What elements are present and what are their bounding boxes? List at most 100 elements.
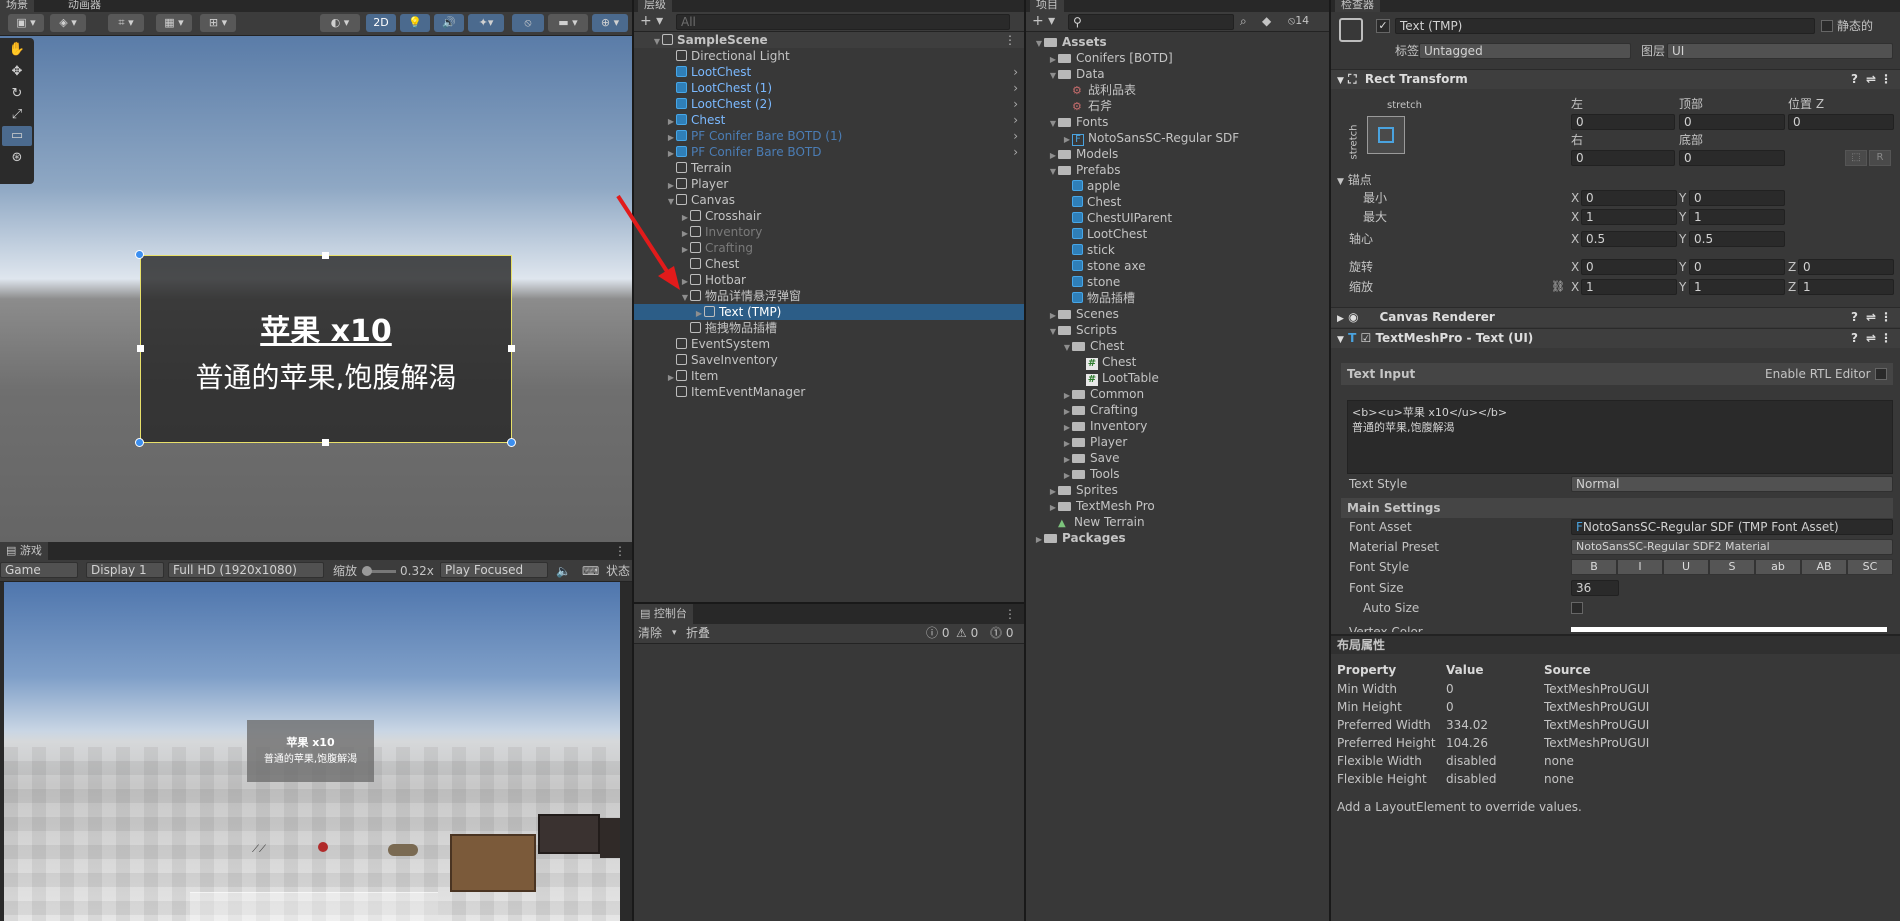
tab-animator[interactable]: 动画器 bbox=[62, 0, 107, 12]
open-prefab-chevron-icon[interactable]: › bbox=[1013, 64, 1018, 80]
hidden-packages-icon[interactable]: ⦸14 bbox=[1288, 13, 1309, 29]
project-item[interactable]: apple bbox=[1026, 178, 1329, 194]
anchor-max-y[interactable]: 1 bbox=[1689, 209, 1785, 225]
vertex-color-swatch[interactable] bbox=[1571, 627, 1887, 632]
project-item[interactable]: ▶ F NotoSansSC-Regular SDF bbox=[1026, 130, 1329, 146]
increment-button[interactable]: ⊞ ▾ bbox=[200, 14, 236, 32]
hierarchy-item[interactable]: ▼ Canvas bbox=[634, 192, 1024, 208]
help-icon-2[interactable]: ? bbox=[1851, 308, 1858, 327]
2d-toggle-button[interactable]: 2D bbox=[366, 14, 396, 32]
project-search-input[interactable]: ⚲ bbox=[1068, 14, 1234, 30]
rect-handle-tm[interactable] bbox=[322, 252, 329, 259]
hierarchy-item[interactable]: ▶ Player bbox=[634, 176, 1024, 192]
search-by-type-icon[interactable]: ⌕ bbox=[1240, 13, 1247, 29]
project-item[interactable]: ▼ Fonts bbox=[1026, 114, 1329, 130]
transform-tool-icon[interactable]: ⊛ bbox=[2, 148, 32, 168]
move-tool-icon[interactable]: ✥ bbox=[2, 62, 32, 82]
tab-game[interactable]: ▤ 游戏 bbox=[0, 542, 48, 560]
tmp-enabled-checkbox[interactable]: ☑ bbox=[1360, 331, 1371, 345]
snap-button[interactable]: ▦ ▾ bbox=[156, 14, 192, 32]
top-field[interactable]: 0 bbox=[1679, 114, 1785, 130]
font-style-button-sc[interactable]: SC bbox=[1847, 559, 1893, 575]
font-asset-field[interactable]: FNotoSansSC-Regular SDF (TMP Font Asset) bbox=[1571, 519, 1893, 535]
hierarchy-item[interactable]: Directional Light bbox=[634, 48, 1024, 64]
audio-toggle[interactable]: 🔊 bbox=[434, 14, 464, 32]
shading-button[interactable]: ◈ ▾ bbox=[50, 14, 86, 32]
hierarchy-item[interactable]: SaveInventory bbox=[634, 352, 1024, 368]
constrain-proportions-icon[interactable]: ⛓ bbox=[1551, 279, 1565, 295]
tmp-header[interactable]: ▼ T ☑ TextMeshPro - Text (UI) ? ⇌ ⋮ bbox=[1331, 328, 1900, 348]
create-button[interactable]: + ▾ bbox=[640, 13, 663, 29]
hidden-toggle[interactable]: ⦸ bbox=[512, 14, 544, 32]
font-size-field[interactable]: 36 bbox=[1571, 580, 1619, 596]
project-item[interactable]: ChestUIParent bbox=[1026, 210, 1329, 226]
preset-icon[interactable]: ⇌ bbox=[1866, 70, 1876, 89]
right-field[interactable]: 0 bbox=[1571, 150, 1675, 166]
hierarchy-item[interactable]: ▶ Text (TMP) bbox=[634, 304, 1024, 320]
font-style-button-u[interactable]: U bbox=[1663, 559, 1709, 575]
tab-hierarchy[interactable]: 层级 bbox=[638, 0, 672, 12]
hierarchy-item[interactable]: 拖拽物品插槽 bbox=[634, 320, 1024, 336]
project-item[interactable]: ▼ Chest bbox=[1026, 338, 1329, 354]
project-item[interactable]: 物品插槽 bbox=[1026, 290, 1329, 306]
game-dropdown[interactable]: Game bbox=[0, 562, 78, 578]
scale-x[interactable]: 1 bbox=[1581, 279, 1677, 295]
game-viewport[interactable]: 苹果 x10 普通的苹果,饱腹解渴 ⟋⟋ bbox=[4, 582, 620, 921]
project-item[interactable]: ▼ Data bbox=[1026, 66, 1329, 82]
canvas-renderer-header[interactable]: ▶ ◉ Canvas Renderer ? ⇌ ⋮ bbox=[1331, 307, 1900, 327]
rotation-y[interactable]: 0 bbox=[1689, 259, 1785, 275]
anchors-foldout[interactable]: ▼ 锚点 bbox=[1337, 172, 1372, 190]
project-item[interactable]: ▼ Prefabs bbox=[1026, 162, 1329, 178]
rotation-x[interactable]: 0 bbox=[1581, 259, 1677, 275]
project-item[interactable]: # Chest bbox=[1026, 354, 1329, 370]
project-item[interactable]: ▼ Scripts bbox=[1026, 322, 1329, 338]
pivot-y[interactable]: 0.5 bbox=[1689, 231, 1785, 247]
preset-icon-2[interactable]: ⇌ bbox=[1866, 308, 1876, 327]
tab-console[interactable]: ▤ 控制台 bbox=[634, 604, 693, 624]
camera-button[interactable]: ▬ ▾ bbox=[548, 14, 588, 32]
font-style-button-ab[interactable]: AB bbox=[1801, 559, 1847, 575]
open-prefab-chevron-icon[interactable]: › bbox=[1013, 128, 1018, 144]
rect-handle-ml[interactable] bbox=[137, 345, 144, 352]
blueprint-button[interactable]: ⬚ bbox=[1845, 150, 1867, 166]
render-mode-button[interactable]: ◐ ▾ bbox=[320, 14, 360, 32]
project-item[interactable]: stone axe bbox=[1026, 258, 1329, 274]
preset-icon-3[interactable]: ⇌ bbox=[1866, 329, 1876, 348]
font-style-button-s[interactable]: S bbox=[1709, 559, 1755, 575]
scale-tool-icon[interactable]: ⤢ bbox=[2, 105, 32, 125]
font-style-button-ab[interactable]: ab bbox=[1755, 559, 1801, 575]
hierarchy-item[interactable]: ▼ 物品详情悬浮弹窗 bbox=[634, 288, 1024, 304]
hierarchy-item[interactable]: LootChest (2) › bbox=[634, 96, 1024, 112]
hierarchy-item[interactable]: ItemEventManager bbox=[634, 384, 1024, 400]
project-create-button[interactable]: + ▾ bbox=[1032, 13, 1055, 29]
rotate-tool-icon[interactable]: ↻ bbox=[2, 84, 32, 104]
project-item[interactable]: ▶ Inventory bbox=[1026, 418, 1329, 434]
hierarchy-item[interactable]: Chest bbox=[634, 256, 1024, 272]
active-checkbox[interactable]: ✓ bbox=[1376, 19, 1390, 33]
play-focused-dropdown[interactable]: Play Focused bbox=[440, 562, 548, 578]
search-by-label-icon[interactable]: ◆ bbox=[1262, 13, 1271, 29]
display-dropdown[interactable]: Display 1 bbox=[86, 562, 164, 578]
open-prefab-chevron-icon[interactable]: › bbox=[1013, 144, 1018, 160]
project-item[interactable]: ▶ TextMesh Pro bbox=[1026, 498, 1329, 514]
anchor-max-x[interactable]: 1 bbox=[1581, 209, 1677, 225]
hierarchy-item[interactable]: ▶ Item bbox=[634, 368, 1024, 384]
anchor-min-y[interactable]: 0 bbox=[1689, 190, 1785, 206]
auto-size-checkbox[interactable] bbox=[1571, 602, 1583, 614]
project-item[interactable]: Chest bbox=[1026, 194, 1329, 210]
grid-button[interactable]: ⌗ ▾ bbox=[108, 14, 144, 32]
project-item[interactable]: ▶ Save bbox=[1026, 450, 1329, 466]
object-name-field[interactable]: Text (TMP) bbox=[1395, 18, 1815, 34]
hierarchy-item[interactable]: ▶ Crafting bbox=[634, 240, 1024, 256]
console-clear-button[interactable]: 清除 bbox=[638, 625, 662, 641]
scale-z[interactable]: 1 bbox=[1798, 279, 1894, 295]
project-item[interactable]: stick bbox=[1026, 242, 1329, 258]
rect-transform-header[interactable]: ▼ ⛶ Rect Transform ? ⇌ ⋮ bbox=[1331, 69, 1900, 89]
rect-handle-bl[interactable] bbox=[135, 438, 144, 447]
console-info-count[interactable]: ⓘ 0 bbox=[926, 625, 949, 641]
hierarchy-search-input[interactable]: All bbox=[676, 14, 1010, 30]
scale-y[interactable]: 1 bbox=[1689, 279, 1785, 295]
pivot-x[interactable]: 0.5 bbox=[1581, 231, 1677, 247]
hierarchy-item[interactable]: ▶ Hotbar bbox=[634, 272, 1024, 288]
project-item[interactable]: LootChest bbox=[1026, 226, 1329, 242]
